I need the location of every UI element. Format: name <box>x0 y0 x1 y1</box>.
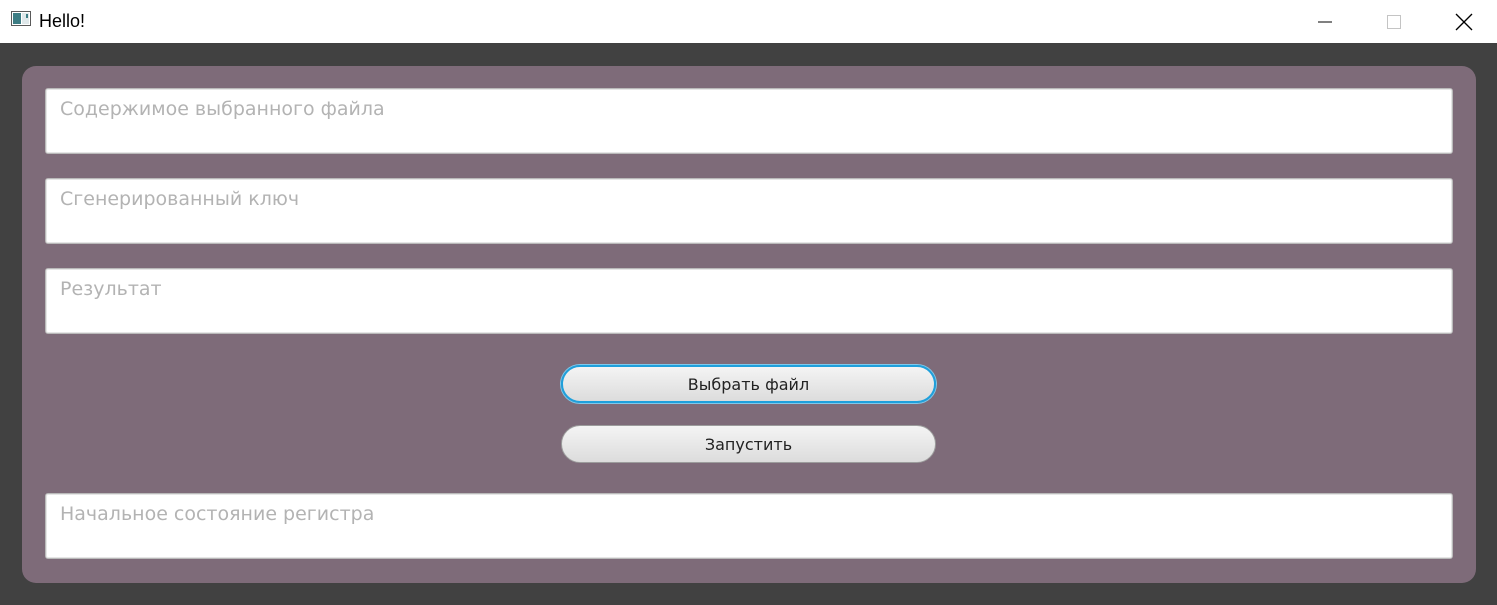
close-icon <box>1455 13 1473 30</box>
minimize-icon <box>1318 21 1332 22</box>
choose-file-button[interactable]: Выбрать файл <box>561 365 936 403</box>
window-title: Hello! <box>39 11 86 31</box>
register-state-field[interactable]: Начальное состояние регистра <box>45 493 1453 559</box>
result-field[interactable]: Результат <box>45 268 1453 334</box>
file-content-field[interactable]: Содержимое выбранного файла <box>45 88 1453 154</box>
title-bar[interactable]: Hello! <box>0 0 1497 43</box>
result-placeholder: Результат <box>60 278 162 300</box>
maximize-icon <box>1387 14 1401 29</box>
app-icon <box>11 11 31 26</box>
maximize-button[interactable] <box>1371 0 1417 43</box>
minimize-button[interactable] <box>1302 0 1348 43</box>
close-button[interactable] <box>1441 0 1487 43</box>
file-content-placeholder: Содержимое выбранного файла <box>60 98 385 120</box>
main-panel: Содержимое выбранного файла Сгенерирован… <box>22 66 1476 583</box>
run-label: Запустить <box>704 434 793 454</box>
register-state-placeholder: Начальное состояние регистра <box>60 503 375 525</box>
run-button[interactable]: Запустить <box>561 425 936 463</box>
generated-key-placeholder: Сгенерированный ключ <box>60 188 300 210</box>
choose-file-label: Выбрать файл <box>687 374 810 394</box>
app-window: Hello! Содержимое выбранного файла Сгене… <box>0 0 1497 605</box>
generated-key-field[interactable]: Сгенерированный ключ <box>45 178 1453 244</box>
